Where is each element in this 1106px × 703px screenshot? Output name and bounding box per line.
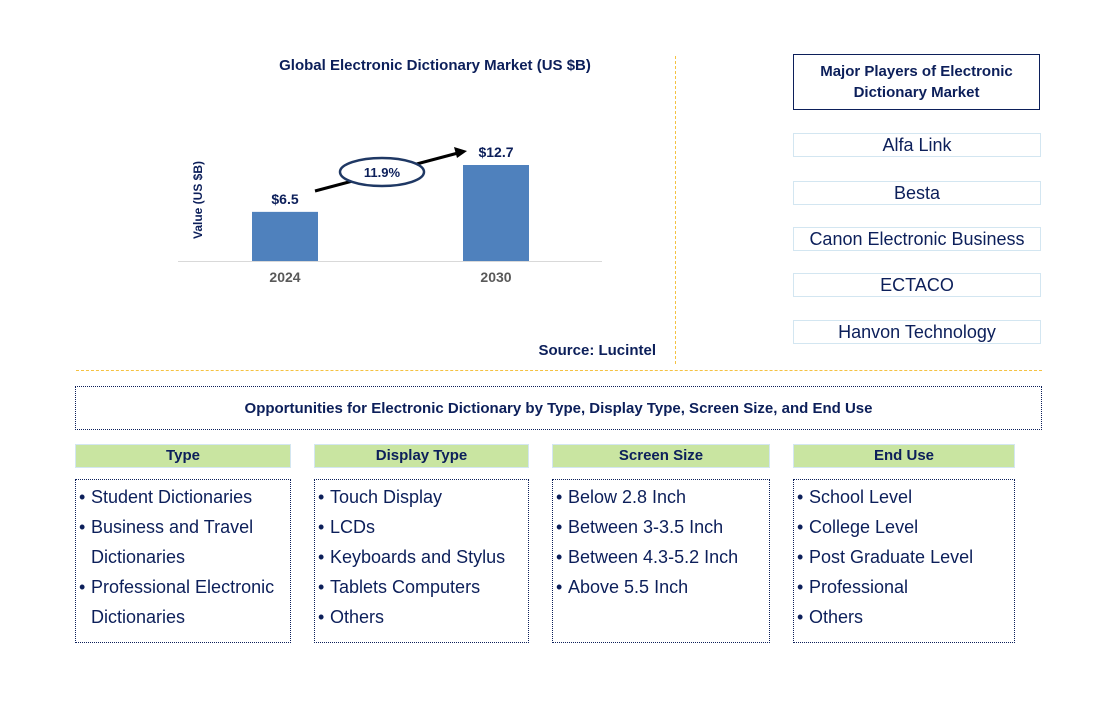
category-list: • Below 2.8 Inch • Between 3-3.5 Inch • Betwe… — [552, 479, 770, 643]
bullet-icon: • — [556, 487, 563, 507]
list-item-text: Dictionaries — [91, 547, 186, 567]
category-list: • Student Dictionaries • Business and Trave… — [75, 479, 291, 643]
category-header: Display Type — [314, 444, 529, 468]
list-item: • Between 3-3.5 Inch — [553, 512, 769, 542]
player-item: Hanvon Technology — [793, 320, 1041, 344]
bar-2024 — [252, 211, 318, 261]
category-list: • Touch Display • LCDs • Keyboards and Stylus… — [314, 479, 529, 643]
bullet-icon: • — [79, 487, 86, 507]
bullet-icon: • — [318, 607, 325, 627]
list-item: • Others — [794, 602, 1014, 632]
bullet-icon: • — [318, 487, 325, 507]
y-axis-label: Value (US $B) — [191, 161, 205, 239]
list-item-text: Between 3-3.5 Inch — [568, 517, 724, 537]
bullet-icon: • — [318, 577, 325, 597]
bullet-icon: • — [797, 547, 804, 567]
category-header: Screen Size — [552, 444, 770, 468]
list-item-text: Keyboards and Stylus — [330, 547, 506, 567]
list-item-text: Business and Travel — [91, 517, 254, 537]
player-item: Besta — [793, 181, 1041, 205]
list-item-text: School Level — [809, 487, 913, 507]
vertical-divider — [675, 56, 676, 364]
list-item: • Above 5.5 Inch — [553, 572, 769, 602]
cagr-arrowhead-icon — [454, 147, 467, 158]
list-item-text: Above 5.5 Inch — [568, 577, 689, 597]
list-item: • College Level — [794, 512, 1014, 542]
list-item: • Professional Electronic Dictionaries — [76, 572, 290, 632]
bullet-icon: • — [318, 547, 325, 567]
chart-title: Global Electronic Dictionary Market (US … — [279, 57, 591, 74]
list-item: • School Level — [794, 482, 1014, 512]
data-label: $6.5 — [271, 191, 298, 207]
bullet-icon: • — [79, 517, 86, 537]
source-label: Source: Lucintel — [538, 342, 656, 359]
bullet-icon: • — [79, 577, 86, 597]
list-item-text: Touch Display — [330, 487, 443, 507]
list-item-text: Dictionaries — [91, 607, 186, 627]
player-item: ECTACO — [793, 273, 1041, 297]
list-item-text: Between 4.3-5.2 Inch — [568, 547, 739, 567]
list-item: • Professional — [794, 572, 1014, 602]
list-item: • Between 4.3-5.2 Inch — [553, 542, 769, 572]
horizontal-divider — [76, 370, 1042, 371]
list-item-text: Others — [330, 607, 385, 627]
category-header: End Use — [793, 444, 1015, 468]
cagr-label: 11.9% — [364, 165, 401, 180]
list-item-text: Professional — [809, 577, 909, 597]
list-item-text: Below 2.8 Inch — [568, 487, 687, 507]
list-item: • Tablets Computers — [315, 572, 528, 602]
list-item: • LCDs — [315, 512, 528, 542]
bullet-icon: • — [797, 607, 804, 627]
list-item: • Below 2.8 Inch — [553, 482, 769, 512]
player-item: Alfa Link — [793, 133, 1041, 157]
list-item-text: Post Graduate Level — [809, 547, 974, 567]
players-title: Major Players of Electronic Dictionary M… — [793, 54, 1040, 110]
bullet-icon: • — [797, 517, 804, 537]
bullet-icon: • — [556, 517, 563, 537]
x-tick-label: 2024 — [269, 269, 300, 285]
list-item: • Business and Travel Dictionaries — [76, 512, 290, 572]
player-item: Canon Electronic Business — [793, 227, 1041, 251]
list-item: • Keyboards and Stylus — [315, 542, 528, 572]
opportunities-title: Opportunities for Electronic Dictionary … — [75, 386, 1042, 430]
list-item-text: Professional Electronic — [91, 577, 275, 597]
data-label: $12.7 — [478, 144, 513, 160]
list-item-text: Student Dictionaries — [91, 487, 253, 507]
x-tick-label: 2030 — [480, 269, 511, 285]
bullet-icon: • — [556, 547, 563, 567]
list-item-text: Tablets Computers — [330, 577, 481, 597]
list-item: • Post Graduate Level — [794, 542, 1014, 572]
bullet-icon: • — [556, 577, 563, 597]
bar-2030 — [463, 165, 529, 261]
list-item: • Others — [315, 602, 528, 632]
bar-chart: Value (US $B) $6.5 2024 $12.7 2030 11.9% — [178, 144, 602, 285]
category-header: Type — [75, 444, 291, 468]
bullet-icon: • — [797, 577, 804, 597]
list-item: • Touch Display — [315, 482, 528, 512]
list-item-text: Others — [809, 607, 864, 627]
list-item-text: College Level — [809, 517, 919, 537]
bullet-icon: • — [797, 487, 804, 507]
bullet-icon: • — [318, 517, 325, 537]
list-item: • Student Dictionaries — [76, 482, 290, 512]
category-list: • School Level • College Level • Post Graduat… — [793, 479, 1015, 643]
list-item-text: LCDs — [330, 517, 376, 537]
